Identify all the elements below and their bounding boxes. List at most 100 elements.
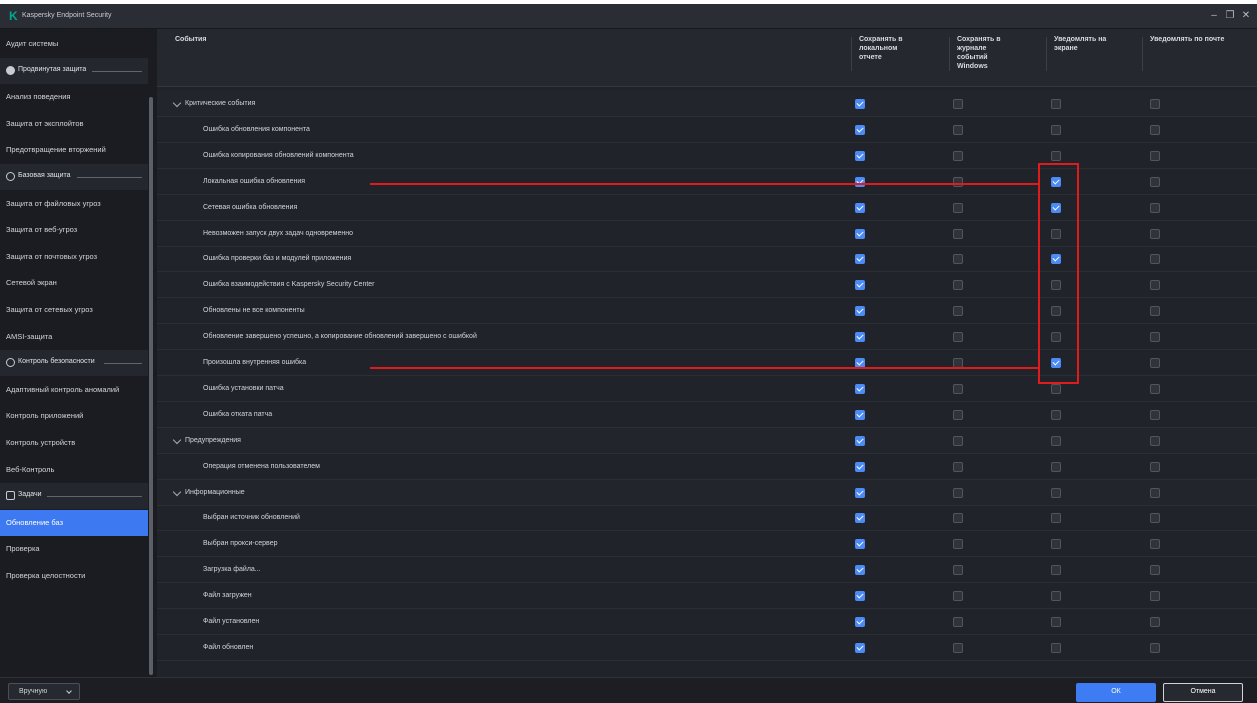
checkbox-unchecked[interactable] [1051, 513, 1061, 524]
checkbox-unchecked[interactable] [1150, 306, 1160, 317]
checkbox-unchecked[interactable] [1150, 150, 1160, 161]
checkbox-checked[interactable] [855, 332, 865, 343]
checkbox-checked[interactable] [855, 617, 865, 627]
checkbox-checked[interactable] [855, 565, 865, 576]
checkbox-unchecked[interactable] [1150, 617, 1160, 627]
checkbox-unchecked[interactable] [1150, 487, 1160, 498]
checkbox-checked[interactable] [855, 202, 865, 213]
checkbox-unchecked[interactable] [1051, 591, 1061, 602]
table-group-row[interactable]: Предупреждения [157, 427, 1257, 454]
sidebar-item[interactable]: Защита от веб-угроз [0, 217, 148, 243]
checkbox-unchecked[interactable] [953, 202, 963, 213]
table-row[interactable]: Выбран прокси-сервер [157, 531, 1257, 558]
close-icon[interactable]: ✕ [1238, 9, 1254, 23]
checkbox-unchecked[interactable] [953, 99, 963, 109]
checkbox-unchecked[interactable] [953, 539, 963, 550]
table-row[interactable]: Обновление завершено успешно, а копирова… [157, 324, 1257, 351]
checkbox-unchecked[interactable] [953, 306, 963, 317]
sidebar-item[interactable]: Защита от сетевых угроз [0, 297, 148, 323]
sidebar-item[interactable]: Защита от почтовых угроз [0, 244, 148, 270]
checkbox-checked[interactable] [855, 409, 865, 420]
checkbox-unchecked[interactable] [953, 461, 963, 472]
sidebar-item[interactable]: Анализ поведения [0, 84, 148, 110]
sidebar-item[interactable]: Предотвращение вторжений [0, 137, 148, 163]
table-row[interactable]: Загрузка файла... [157, 557, 1257, 584]
table-row[interactable]: Файл обновлен [157, 635, 1257, 661]
sidebar-item[interactable]: Защита от файловых угроз [0, 191, 148, 217]
checkbox-checked[interactable] [855, 435, 865, 446]
table-row[interactable]: Выбран источник обновлений [157, 505, 1257, 532]
checkbox-unchecked[interactable] [953, 591, 963, 602]
checkbox-unchecked[interactable] [1150, 124, 1160, 135]
sidebar-item[interactable]: Защита от эксплойтов [0, 111, 148, 137]
ok-button[interactable]: ОК [1076, 683, 1156, 702]
sidebar-scrollbar[interactable] [149, 97, 153, 675]
checkbox-unchecked[interactable] [953, 513, 963, 524]
checkbox-unchecked[interactable] [1150, 202, 1160, 213]
checkbox-unchecked[interactable] [953, 642, 963, 653]
table-group-row[interactable]: Критические события [157, 91, 1257, 117]
checkbox-unchecked[interactable] [1150, 254, 1160, 265]
checkbox-unchecked[interactable] [1051, 435, 1061, 446]
checkbox-checked[interactable] [855, 254, 865, 265]
checkbox-unchecked[interactable] [1150, 642, 1160, 653]
checkbox-unchecked[interactable] [1150, 358, 1160, 368]
checkbox-unchecked[interactable] [1150, 513, 1160, 524]
checkbox-checked[interactable] [855, 513, 865, 524]
checkbox-unchecked[interactable] [953, 617, 963, 627]
sidebar-item[interactable]: Адаптивный контроль аномалий [0, 377, 148, 403]
checkbox-checked[interactable] [855, 539, 865, 550]
checkbox-unchecked[interactable] [1150, 228, 1160, 239]
checkbox-unchecked[interactable] [1051, 617, 1061, 627]
run-mode-dropdown[interactable]: Вручную [8, 683, 80, 700]
sidebar-item[interactable]: Контроль приложений [0, 403, 148, 429]
table-row[interactable]: Локальная ошибка обновления [157, 169, 1257, 195]
table-row[interactable]: Произошла внутренняя ошибка [157, 350, 1257, 376]
sidebar-item[interactable]: Веб-Контроль [0, 457, 148, 483]
table-row[interactable]: Операция отменена пользователем [157, 454, 1257, 480]
column-header-windows-log[interactable]: Сохранять в журнале событий Windows [957, 35, 1001, 71]
checkbox-unchecked[interactable] [1051, 565, 1061, 576]
sidebar-item[interactable]: Контроль устройств [0, 430, 148, 456]
sidebar-item[interactable]: Сетевой экран [0, 270, 148, 296]
checkbox-unchecked[interactable] [1051, 383, 1061, 394]
checkbox-unchecked[interactable] [1150, 435, 1160, 446]
checkbox-unchecked[interactable] [953, 254, 963, 265]
column-header-screen-notify[interactable]: Уведомлять на экране [1054, 35, 1106, 53]
sidebar-item[interactable]: Проверка [0, 536, 148, 562]
checkbox-unchecked[interactable] [1051, 150, 1061, 161]
checkbox-unchecked[interactable] [1150, 332, 1160, 343]
checkbox-unchecked[interactable] [1150, 280, 1160, 291]
checkbox-unchecked[interactable] [1150, 539, 1160, 550]
table-row[interactable]: Ошибка копирования обновлений компонента [157, 143, 1257, 169]
table-row[interactable]: Ошибка отката патча [157, 402, 1257, 428]
checkbox-unchecked[interactable] [1051, 409, 1061, 420]
table-row[interactable]: Ошибка установки патча [157, 376, 1257, 402]
table-row[interactable]: Ошибка взаимодействия с Kaspersky Securi… [157, 272, 1257, 299]
table-row[interactable]: Сетевая ошибка обновления [157, 195, 1257, 221]
checkbox-unchecked[interactable] [953, 383, 963, 394]
checkbox-unchecked[interactable] [953, 150, 963, 161]
sidebar-item[interactable]: Аудит системы [0, 31, 148, 57]
cancel-button[interactable]: Отмена [1163, 683, 1243, 702]
checkbox-unchecked[interactable] [953, 409, 963, 420]
checkbox-unchecked[interactable] [1051, 642, 1061, 653]
sidebar-item[interactable]: Проверка целостности [0, 563, 148, 589]
checkbox-unchecked[interactable] [953, 487, 963, 498]
checkbox-unchecked[interactable] [953, 565, 963, 576]
chevron-down-icon[interactable] [172, 487, 182, 496]
checkbox-unchecked[interactable] [1051, 99, 1061, 109]
checkbox-unchecked[interactable] [953, 176, 963, 187]
checkbox-unchecked[interactable] [1150, 383, 1160, 394]
table-group-row[interactable]: Информационные [157, 479, 1257, 506]
checkbox-checked[interactable] [855, 642, 865, 653]
column-header-email-notify[interactable]: Уведомлять по почте [1150, 35, 1224, 44]
checkbox-checked[interactable] [855, 99, 865, 109]
checkbox-checked[interactable] [855, 124, 865, 135]
checkbox-unchecked[interactable] [1150, 409, 1160, 420]
checkbox-unchecked[interactable] [1051, 539, 1061, 550]
chevron-down-icon[interactable] [172, 435, 182, 444]
checkbox-checked[interactable] [855, 306, 865, 317]
checkbox-unchecked[interactable] [953, 228, 963, 239]
table-row[interactable]: Обновлены не все компоненты [157, 298, 1257, 325]
